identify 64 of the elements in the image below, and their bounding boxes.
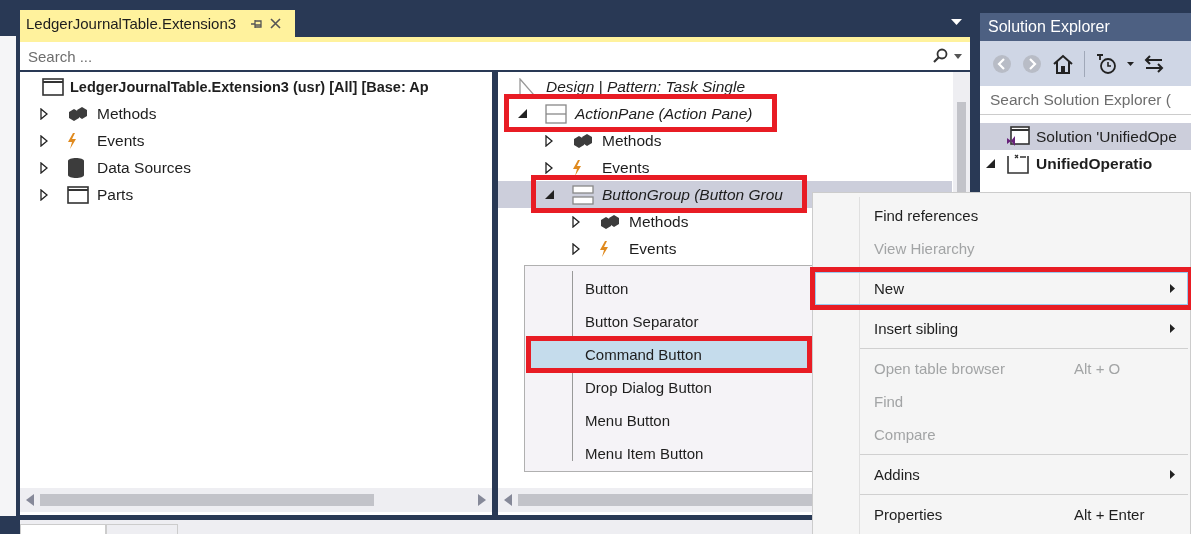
group-icon (572, 184, 594, 205)
history-icon[interactable] (1095, 52, 1117, 75)
cubes-icon (67, 105, 89, 122)
menu-item[interactable]: Drop Dialog Button (528, 371, 810, 404)
lightning-icon (572, 159, 582, 176)
caret-icon[interactable] (1127, 61, 1134, 66)
tree-label[interactable]: ActionPane (Action Pane) (575, 104, 753, 123)
tree-label[interactable]: Methods (602, 131, 662, 150)
menu-item[interactable]: Command Button (528, 338, 810, 371)
collapse-icon[interactable] (545, 190, 554, 199)
search-field[interactable]: Search Solution Explorer ( (988, 90, 1191, 110)
menu-item[interactable]: Button (528, 272, 810, 305)
expand-icon[interactable] (40, 134, 48, 147)
tree-label[interactable]: Parts (97, 185, 134, 204)
expand-icon[interactable] (545, 134, 553, 147)
window-icon (42, 77, 64, 96)
database-icon (67, 157, 85, 178)
pin-icon[interactable] (250, 18, 263, 29)
menu-item[interactable]: Button Separator (528, 305, 810, 338)
dropdown-icon[interactable] (951, 19, 962, 25)
collapse-icon[interactable] (986, 159, 995, 168)
expand-icon[interactable] (40, 107, 48, 120)
close-icon[interactable] (270, 18, 282, 29)
sync-icon[interactable] (1144, 54, 1164, 73)
menu-item[interactable]: Find references (815, 199, 1188, 232)
menu-item[interactable]: Insert sibling (815, 312, 1188, 345)
window-icon (67, 185, 89, 204)
tree-label[interactable]: Data Sources (97, 158, 191, 177)
search-box[interactable]: Search Solution Explorer ( (980, 86, 1191, 115)
tree-label[interactable]: Methods (629, 212, 689, 231)
tree-label[interactable]: Events (602, 158, 650, 177)
caret-icon[interactable] (954, 53, 962, 59)
expand-icon[interactable] (572, 215, 580, 228)
project-icon (1006, 152, 1030, 175)
lightning-icon (599, 240, 609, 257)
pane-icon (545, 103, 567, 124)
lightning-icon (67, 132, 77, 149)
menu-item[interactable]: Addins (815, 458, 1188, 491)
search-icon[interactable] (932, 48, 948, 64)
tree-label[interactable]: Events (97, 131, 145, 150)
scroll-left-icon[interactable] (26, 494, 34, 506)
cubes-icon (599, 213, 621, 230)
search-field[interactable]: Search ... (26, 46, 926, 66)
solution-icon (1006, 125, 1030, 148)
expand-icon[interactable] (545, 161, 553, 174)
tree-label[interactable]: Methods (97, 104, 157, 123)
cubes-icon (572, 132, 594, 149)
scroll-left-icon[interactable] (504, 494, 512, 506)
expand-icon[interactable] (40, 188, 48, 201)
scroll-right-icon[interactable] (478, 494, 486, 506)
expand-icon[interactable] (40, 161, 48, 174)
home-icon[interactable] (1052, 53, 1074, 74)
document-tab[interactable]: LedgerJournalTable.Extension3 (20, 10, 295, 37)
tree-label[interactable]: Events (629, 239, 677, 258)
menu-item[interactable]: Menu Button (528, 404, 810, 437)
collapse-icon[interactable] (518, 109, 527, 118)
expand-icon[interactable] (572, 242, 580, 255)
triangle-icon (518, 77, 536, 96)
horizontal-scrollbar[interactable] (20, 488, 492, 512)
tree-label[interactable]: LedgerJournalTable.Extension3 (usr) [All] [Base: Ap (70, 78, 429, 95)
menu-item[interactable]: Menu Item Button (528, 437, 810, 470)
menu-item[interactable]: Properties Alt + Enter (815, 498, 1188, 531)
panel-title: Solution Explorer (980, 13, 1191, 41)
tree-label[interactable]: UnifiedOperatio (1036, 154, 1153, 173)
